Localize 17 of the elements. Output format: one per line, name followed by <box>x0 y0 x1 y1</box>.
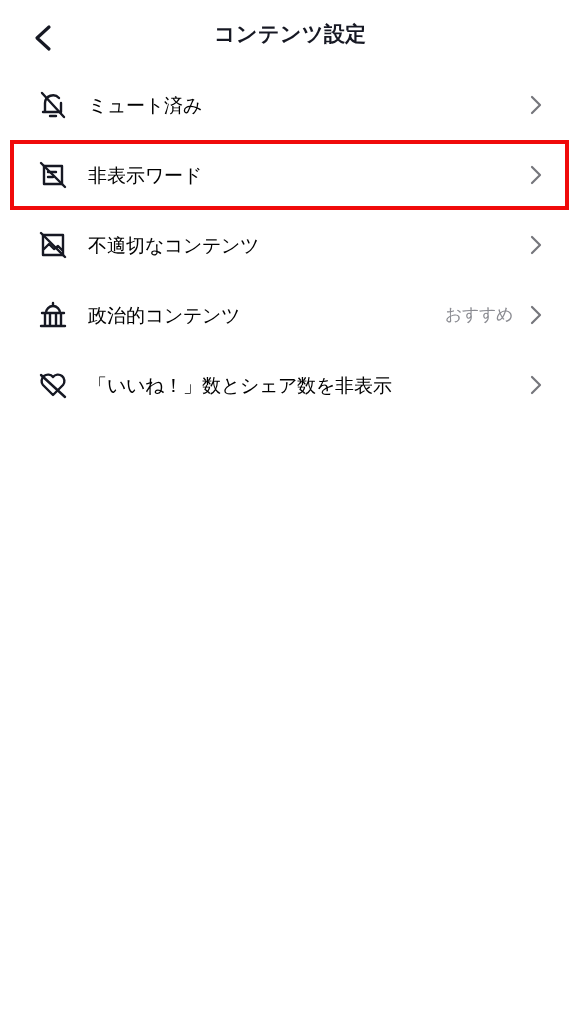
row-label: ミュート済み <box>88 92 203 118</box>
chevron-icon <box>529 164 543 186</box>
settings-row[interactable]: 政治的コンテンツ おすすめ <box>10 280 569 350</box>
settings-row[interactable]: 不適切なコンテンツ <box>10 210 569 280</box>
page-title: コンテンツ設定 <box>213 21 366 49</box>
chevron-icon <box>529 374 543 396</box>
row-label: 「いいね！」数とシェア数を非表示 <box>88 372 393 398</box>
chevron-icon <box>529 94 543 116</box>
chevron-icon <box>529 304 543 326</box>
chevron-icon <box>529 234 543 256</box>
settings-row[interactable]: 非表示ワード <box>10 140 569 210</box>
row-value: おすすめ <box>445 303 513 327</box>
row-label: 不適切なコンテンツ <box>88 232 260 258</box>
row-label: 政治的コンテンツ <box>88 302 241 328</box>
row-label: 非表示ワード <box>88 162 203 188</box>
settings-row[interactable]: ミュート済み <box>10 70 569 140</box>
settings-row[interactable]: 「いいね！」数とシェア数を非表示 <box>10 350 569 420</box>
